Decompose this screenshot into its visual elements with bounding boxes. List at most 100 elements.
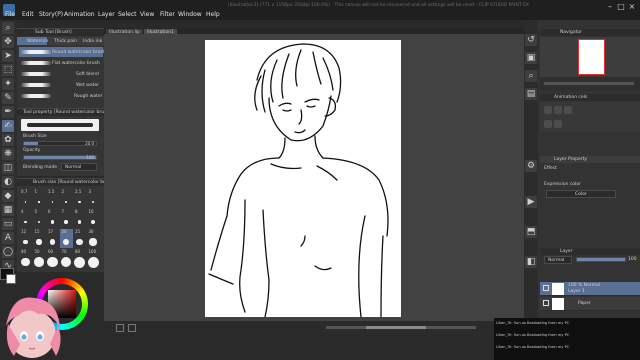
airbrush-tool-icon[interactable]: ✿ [2,134,14,146]
brush-size-option[interactable]: 80 [73,249,86,268]
brush-size-option[interactable]: 8 [73,209,86,228]
menu-file[interactable]: File [5,11,15,18]
canvas-scrollbar[interactable] [326,326,476,329]
brush-size-option[interactable]: 12 [19,229,32,248]
menu-select[interactable]: Select [118,11,137,18]
brush-size-option[interactable]: 1.5 [46,189,59,208]
auto-action-icon[interactable]: ▶ [525,196,537,208]
brush-size-option[interactable]: 60 [46,249,59,268]
selection-tool-icon[interactable]: ⬚ [2,64,14,76]
balloon-tool-icon[interactable]: ◯ [2,246,14,258]
figure-tool-icon[interactable]: ▭ [2,218,14,230]
visibility-eye-icon[interactable] [543,285,549,291]
brush-size-option-label: 50 [34,249,40,254]
layer-property-icon[interactable]: ⚙ [525,160,537,172]
sub-color-swatch[interactable] [6,274,16,284]
brush-size-option[interactable]: 25 [73,229,86,248]
zoom-tool-icon[interactable]: ⌕ [2,22,14,34]
menu-edit[interactable]: Edit [22,11,34,18]
cel-button[interactable] [544,106,552,114]
menu-story[interactable]: Story(P) [39,11,63,18]
menu-animation[interactable]: Animation [64,11,95,18]
brush-size-option[interactable]: 50 [33,249,46,268]
search-icon[interactable]: ⌕ [525,70,537,82]
history-icon[interactable]: ↺ [525,34,537,46]
brush-item-round-watercolor[interactable]: Round watercolor brush [19,47,106,57]
visibility-eye-icon[interactable] [543,300,549,306]
menu-window[interactable]: Window [178,11,202,18]
brush-size-option[interactable]: 100 [87,249,100,268]
auto-select-tool-icon[interactable]: ✦ [2,78,14,90]
fill-tool-icon[interactable]: ◆ [2,190,14,202]
canvas-paper[interactable] [205,40,401,317]
brush-item-label: Soft blend [76,72,99,77]
minimize-icon[interactable]: – [606,3,614,11]
gradient-tool-icon[interactable]: ▦ [2,204,14,216]
cel-button[interactable] [544,120,552,128]
brush-size-option[interactable]: 10 [87,209,100,228]
frame-icon[interactable] [116,324,124,332]
brush-item-flat-watercolor[interactable]: Flat watercolor brush [19,58,103,68]
brush-size-option[interactable]: 0.7 [19,189,32,208]
brush-size-option[interactable]: 3 [87,189,100,208]
brush-size-option-label: 4 [21,209,24,214]
brush-size-option[interactable]: 30 [87,229,100,248]
menu-filter[interactable]: Filter [160,11,175,18]
brush-item-rough-water[interactable]: Rough water [19,91,103,101]
brush-size-dot [74,256,85,268]
opacity-slider[interactable]: 100 [23,155,97,160]
brush-size-option[interactable]: 4 [19,209,32,228]
material-icon[interactable]: ▣ [525,52,537,64]
menu-help[interactable]: Help [206,11,220,18]
eraser-tool-icon[interactable]: ◫ [2,162,14,174]
item-bank-icon[interactable]: ⬒ [525,226,537,238]
decoration-tool-icon[interactable]: ❋ [2,148,14,160]
brush-size-panel-title: Brush size [Round watercolor brush] [33,180,115,185]
grid-icon[interactable] [128,324,136,332]
layer-property-title: Layer Property [554,157,588,162]
brush-size-option-label: 0.7 [21,189,28,194]
layer-blend-mode-select[interactable]: Normal [544,256,572,264]
cel-button[interactable] [554,120,562,128]
sub-view-icon[interactable]: ▤ [525,88,537,100]
brush-size-option[interactable]: 1 [33,189,46,208]
brush-size-option[interactable]: 2.5 [73,189,86,208]
layer-row-paper[interactable]: Paper [540,297,640,311]
maximize-icon[interactable]: □ [617,3,625,11]
tab-thick-paint[interactable]: Thick paint [48,37,79,45]
brush-size-option[interactable]: 7 [60,209,73,228]
brush-size-option[interactable]: 70 [60,249,73,268]
navigator-preview[interactable] [540,37,640,77]
brush-size-option[interactable]: 20 [59,229,73,248]
tab-watercolor[interactable]: Watercolor [17,37,51,45]
tab-thick-paint-label: Thick paint [54,39,79,44]
expression-color-select[interactable]: Color [546,190,616,198]
brush-size-option[interactable]: 5 [33,209,46,228]
cel-button[interactable] [554,106,562,114]
layer-row-layer1[interactable]: 100 % Normal Layer 1 [540,282,640,296]
blending-mode-select[interactable]: Normal [61,163,97,171]
layer-opacity-slider[interactable] [576,257,626,262]
brush-size-option[interactable]: 40 [19,249,32,268]
brush-size-option[interactable]: 15 [33,229,46,248]
brush-size-option[interactable]: 2 [60,189,73,208]
close-icon[interactable]: × [628,3,636,11]
layer-search-icon[interactable]: ◧ [525,256,537,268]
eyedropper-tool-icon[interactable]: ✎ [2,92,14,104]
brush-item-wet-water[interactable]: Wet water [19,80,103,90]
brush-size-option[interactable]: 6 [46,209,59,228]
menu-layer[interactable]: Layer [98,11,115,18]
pen-tool-icon[interactable]: ✒ [2,106,14,118]
menu-view[interactable]: View [140,11,154,18]
brush-tool-icon[interactable]: ✍ [2,120,14,132]
layer-panel-title: Layer [560,249,573,254]
operation-tool-icon[interactable]: ➤ [2,50,14,62]
move-tool-icon[interactable]: ✥ [2,36,14,48]
blend-tool-icon[interactable]: ◐ [2,176,14,188]
text-tool-icon[interactable]: A [2,232,14,244]
brush-item-soft-blend[interactable]: Soft blend [19,69,103,79]
cel-button[interactable] [564,106,572,114]
tab-india-ink[interactable]: India ink [77,37,104,45]
brush-size-slider[interactable]: 20.0 [23,141,97,146]
brush-size-option[interactable]: 17 [46,229,59,248]
